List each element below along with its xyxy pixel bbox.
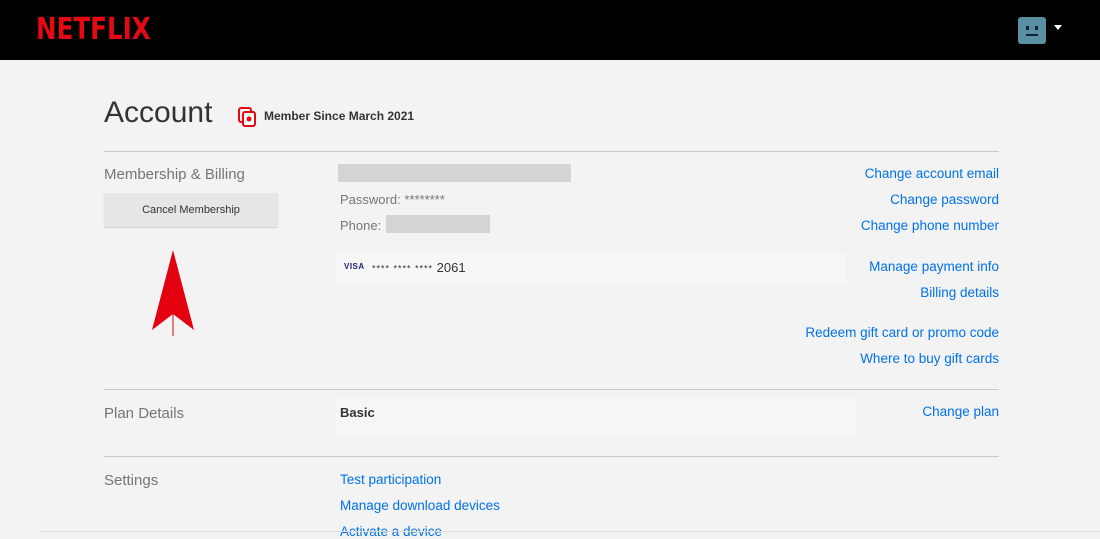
change-password-link[interactable]: Change password <box>890 192 999 207</box>
manage-payment-info-link[interactable]: Manage payment info <box>869 259 999 274</box>
billing-details-link[interactable]: Billing details <box>920 285 999 300</box>
cancel-membership-button[interactable]: Cancel Membership <box>104 193 278 227</box>
visa-card-icon: VISA <box>344 262 365 271</box>
password-value: ******** <box>404 192 445 207</box>
plan-value: Basic <box>340 405 375 420</box>
netflix-logo[interactable]: NETFLIX <box>36 12 151 47</box>
red-arrow-up-icon <box>152 250 194 336</box>
change-plan-link[interactable]: Change plan <box>922 404 999 419</box>
avatar-eye-icon <box>1035 26 1038 30</box>
where-to-buy-gift-cards-link[interactable]: Where to buy gift cards <box>860 351 999 366</box>
test-participation-link[interactable]: Test participation <box>340 472 441 487</box>
password-row: Password: ******** <box>340 192 445 207</box>
manage-download-devices-link[interactable]: Manage download devices <box>340 498 500 513</box>
divider <box>40 531 1100 532</box>
page-title: Account <box>104 96 213 129</box>
top-navigation-bar: NETFLIX <box>0 0 1100 60</box>
password-label: Password: <box>340 192 401 207</box>
card-masked-digits: **** **** **** <box>372 263 434 274</box>
redacted-email <box>338 164 571 182</box>
caret-down-icon[interactable] <box>1054 25 1062 30</box>
change-phone-number-link[interactable]: Change phone number <box>861 218 999 233</box>
card-last4: 2061 <box>436 260 466 275</box>
profile-avatar-icon[interactable] <box>1018 17 1046 44</box>
redacted-phone <box>386 215 490 233</box>
change-account-email-link[interactable]: Change account email <box>865 166 999 181</box>
membership-badge-icon <box>238 107 256 127</box>
avatar-mouth-icon <box>1026 34 1038 36</box>
section-label-plan-details: Plan Details <box>104 405 185 422</box>
card-number: **** **** **** 2061 <box>372 260 466 275</box>
phone-label: Phone: <box>340 218 382 233</box>
redeem-gift-card-link[interactable]: Redeem gift card or promo code <box>805 325 999 340</box>
divider <box>104 151 999 152</box>
divider <box>104 389 999 390</box>
member-since-text: Member Since March 2021 <box>264 109 415 123</box>
section-label-settings: Settings <box>104 472 159 489</box>
plan-row <box>336 398 856 438</box>
section-label-membership-billing: Membership & Billing <box>104 166 245 183</box>
avatar-eye-icon <box>1026 26 1029 30</box>
divider <box>104 456 999 457</box>
